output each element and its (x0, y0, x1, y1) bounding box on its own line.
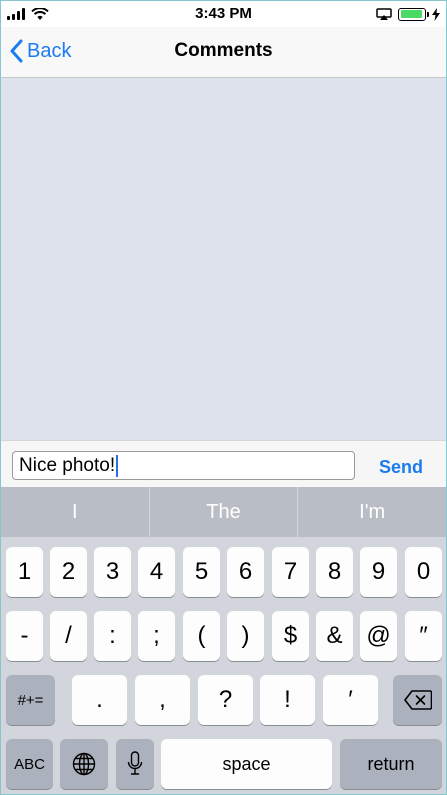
charging-bolt-icon (432, 7, 440, 21)
key-dollar[interactable]: $ (272, 611, 309, 661)
key-0[interactable]: 0 (405, 547, 442, 597)
key-5[interactable]: 5 (183, 547, 220, 597)
key-question[interactable]: ? (198, 675, 253, 725)
backspace-icon (403, 690, 432, 710)
dictation-key[interactable] (116, 739, 154, 789)
key-3[interactable]: 3 (94, 547, 131, 597)
globe-key[interactable] (60, 739, 108, 789)
return-key[interactable]: return (340, 739, 442, 789)
microphone-icon (127, 751, 143, 775)
globe-icon (72, 752, 96, 776)
comment-composer: Nice photo! Send (1, 440, 446, 488)
key-4[interactable]: 4 (138, 547, 175, 597)
key-apostrophe[interactable]: ′ (323, 675, 378, 725)
comment-input-text: Nice photo! (19, 454, 116, 476)
page-title: Comments (174, 40, 273, 61)
comment-input[interactable]: Nice photo! (12, 451, 355, 480)
key-1[interactable]: 1 (6, 547, 43, 597)
key-close-paren[interactable]: ) (227, 611, 264, 661)
send-button[interactable]: Send (379, 457, 423, 478)
key-quote[interactable]: ″ (405, 611, 442, 661)
key-comma[interactable]: , (135, 675, 190, 725)
suggestion-2[interactable]: The (148, 487, 298, 537)
key-period[interactable]: . (72, 675, 127, 725)
key-2[interactable]: 2 (50, 547, 87, 597)
suggestion-1[interactable]: I (1, 487, 149, 537)
text-caret (116, 454, 119, 477)
key-hyphen[interactable]: - (6, 611, 43, 661)
symbols-toggle-key[interactable]: #+= (6, 675, 55, 725)
key-ampersand[interactable]: & (316, 611, 353, 661)
key-semicolon[interactable]: ; (138, 611, 175, 661)
key-exclamation[interactable]: ! (260, 675, 315, 725)
abc-key[interactable]: ABC (6, 739, 53, 789)
airplay-icon (376, 7, 392, 20)
status-right (376, 6, 440, 22)
predictive-bar: I The I'm (1, 487, 446, 537)
suggestion-3[interactable]: I'm (297, 487, 446, 537)
key-at[interactable]: @ (360, 611, 397, 661)
navigation-bar: Back Comments (1, 27, 446, 78)
status-bar: 3:43 PM (1, 1, 446, 27)
key-8[interactable]: 8 (316, 547, 353, 597)
delete-key[interactable] (393, 675, 442, 725)
space-key[interactable]: space (161, 739, 332, 789)
phone-screen: 3:43 PM Back Comments Nice photo! Send I… (0, 0, 447, 795)
key-7[interactable]: 7 (272, 547, 309, 597)
key-colon[interactable]: : (94, 611, 131, 661)
comments-list[interactable] (1, 78, 446, 440)
battery-icon (398, 7, 429, 21)
key-6[interactable]: 6 (227, 547, 264, 597)
key-open-paren[interactable]: ( (183, 611, 220, 661)
keyboard: I The I'm 1 2 3 4 5 6 7 8 9 0 - / : ; ( … (1, 487, 446, 794)
key-slash[interactable]: / (50, 611, 87, 661)
key-9[interactable]: 9 (360, 547, 397, 597)
